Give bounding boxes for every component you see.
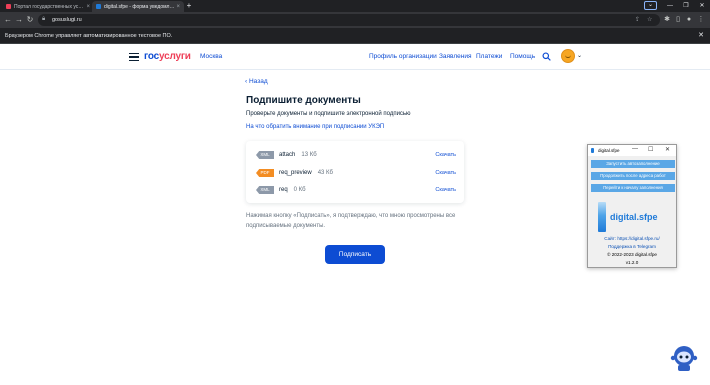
infobar-message: Браузером Chrome управляет автоматизиров… xyxy=(5,33,173,39)
page-lead: Проверьте документы и подпишите электрон… xyxy=(246,111,411,117)
ukep-hint-link[interactable]: На что обратить внимание при подписании … xyxy=(246,124,384,130)
copyright-text: © 2022-2023 digital.sfpe xyxy=(607,252,657,257)
close-icon[interactable]: ✕ xyxy=(698,31,704,39)
new-tab-button[interactable]: + xyxy=(184,0,194,12)
version-text: v1.2.0 xyxy=(625,260,639,265)
url-text[interactable]: gosuslugi.ru xyxy=(52,17,82,23)
bookmark-star-icon[interactable]: ☆ xyxy=(647,16,652,23)
nav-applications[interactable]: Заявления xyxy=(439,53,472,60)
lock-icon[interactable]: 🔒︎ xyxy=(42,16,45,23)
file-type-badge: PDF xyxy=(256,169,274,177)
search-icon[interactable] xyxy=(542,52,551,61)
minimize-icon[interactable]: — xyxy=(632,146,638,152)
chevron-down-icon[interactable]: ⌄ xyxy=(577,52,582,59)
share-icon[interactable]: ⇪ xyxy=(635,16,640,23)
forward-arrow-icon[interactable]: → xyxy=(14,15,24,25)
restore-window-button[interactable]: ❐ xyxy=(678,0,694,12)
browser-tab-strip: Портал государственных услуг × digital.s… xyxy=(0,0,710,12)
logo-text: digital.sfpe xyxy=(610,212,658,222)
gosuslugi-favicon-icon xyxy=(6,4,11,9)
site-link[interactable]: Сайт: https://digital.sfpe.ru/ xyxy=(588,236,676,241)
file-type-badge: XML xyxy=(256,151,274,159)
browser-toolbar: ← → ↻ 🔒︎ gosuslugi.ru ⇪ ☆ ✱ ▯ ● ⋮ xyxy=(0,12,710,28)
digital-sfpe-favicon-icon xyxy=(96,4,101,9)
side-panel-icon[interactable]: ▯ xyxy=(673,15,683,25)
list-item: PDF req_preview 43 Кб Скачать xyxy=(256,168,456,178)
telegram-support-link[interactable]: Поддержка в Telegram xyxy=(588,244,676,249)
list-item: XML req 0 Кб Скачать xyxy=(256,185,456,195)
app-logo-icon xyxy=(591,148,594,153)
file-type-badge: XML xyxy=(256,186,274,194)
download-link[interactable]: Скачать xyxy=(435,170,456,176)
file-size: 0 Кб xyxy=(293,187,306,193)
documents-list: XML attach 13 Кб Скачать PDF req_preview… xyxy=(246,141,464,203)
logo-bar-icon xyxy=(598,202,606,232)
back-arrow-icon[interactable]: ← xyxy=(3,15,13,25)
site-header: госуслуги Москва Профиль организации Зая… xyxy=(0,44,710,70)
nav-help[interactable]: Помощь xyxy=(510,53,535,60)
extension-window-title: digital.sfpe xyxy=(598,148,620,153)
logo-part-gos: гос xyxy=(144,51,159,62)
nav-payments[interactable]: Платежи xyxy=(476,53,502,60)
menu-burger-icon[interactable] xyxy=(129,53,139,62)
download-link[interactable]: Скачать xyxy=(435,152,456,158)
file-size: 43 Кб xyxy=(317,170,333,176)
back-link[interactable]: ‹ Назад xyxy=(245,78,268,85)
extensions-puzzle-icon[interactable]: ✱ xyxy=(662,15,672,25)
extension-title-bar[interactable]: digital.sfpe — ☐ ✕ xyxy=(588,145,676,156)
file-size: 13 Кб xyxy=(301,152,317,158)
tab-gosuslugi[interactable]: Портал государственных услуг × xyxy=(2,1,94,12)
close-tab-icon[interactable]: × xyxy=(86,4,90,10)
download-link[interactable]: Скачать xyxy=(435,187,456,193)
file-name[interactable]: req xyxy=(279,187,288,193)
file-name[interactable]: req_preview xyxy=(279,170,312,176)
back-label[interactable]: Назад xyxy=(249,78,268,85)
list-item: XML attach 13 Кб Скачать xyxy=(256,150,456,160)
gosuslugi-logo[interactable]: госуслуги xyxy=(144,51,191,62)
chrome-menu-icon[interactable]: ⋮ xyxy=(696,15,706,25)
region-selector[interactable]: Москва xyxy=(200,53,222,60)
consent-text: Нажимая кнопку «Подписать», я подтвержда… xyxy=(246,213,456,229)
logo-part-uslugi: услуги xyxy=(158,51,191,62)
sign-button[interactable]: Подписать xyxy=(325,245,385,264)
maximize-icon[interactable]: ☐ xyxy=(648,146,653,153)
go-to-start-button[interactable]: Перейти к началу заполнения xyxy=(591,184,675,192)
tab-title: digital.sfpe - форма уведомления xyxy=(104,3,175,10)
digital-sfpe-logo: digital.sfpe xyxy=(598,202,668,232)
extension-window: digital.sfpe — ☐ ✕ Запустить автозаполне… xyxy=(587,144,677,268)
automation-infobar: Браузером Chrome управляет автоматизиров… xyxy=(0,28,710,44)
profile-icon[interactable]: ● xyxy=(684,15,694,25)
minimize-window-button[interactable]: — xyxy=(662,0,678,12)
address-bar[interactable]: 🔒︎ gosuslugi.ru ⇪ ☆ xyxy=(38,14,660,26)
nav-profile-organization[interactable]: Профиль организации xyxy=(369,53,437,60)
tab-title: Портал государственных услуг xyxy=(14,3,85,10)
start-autofill-button[interactable]: Запустить автозаполнение xyxy=(591,160,675,168)
continue-after-address-button[interactable]: Продолжить после адреса работ xyxy=(591,172,675,180)
tab-search-button[interactable]: ⌄ xyxy=(644,1,657,10)
close-window-button[interactable]: ✕ xyxy=(694,0,710,12)
robot-assistant-icon[interactable] xyxy=(669,343,699,373)
tab-digital-sfpe[interactable]: digital.sfpe - форма уведомления × xyxy=(92,1,184,12)
close-tab-icon[interactable]: × xyxy=(176,4,180,10)
file-name[interactable]: attach xyxy=(279,152,295,158)
reload-icon[interactable]: ↻ xyxy=(25,15,35,25)
page-title: Подпишите документы xyxy=(246,95,361,106)
close-icon[interactable]: ✕ xyxy=(665,146,670,153)
avatar[interactable] xyxy=(561,49,575,63)
